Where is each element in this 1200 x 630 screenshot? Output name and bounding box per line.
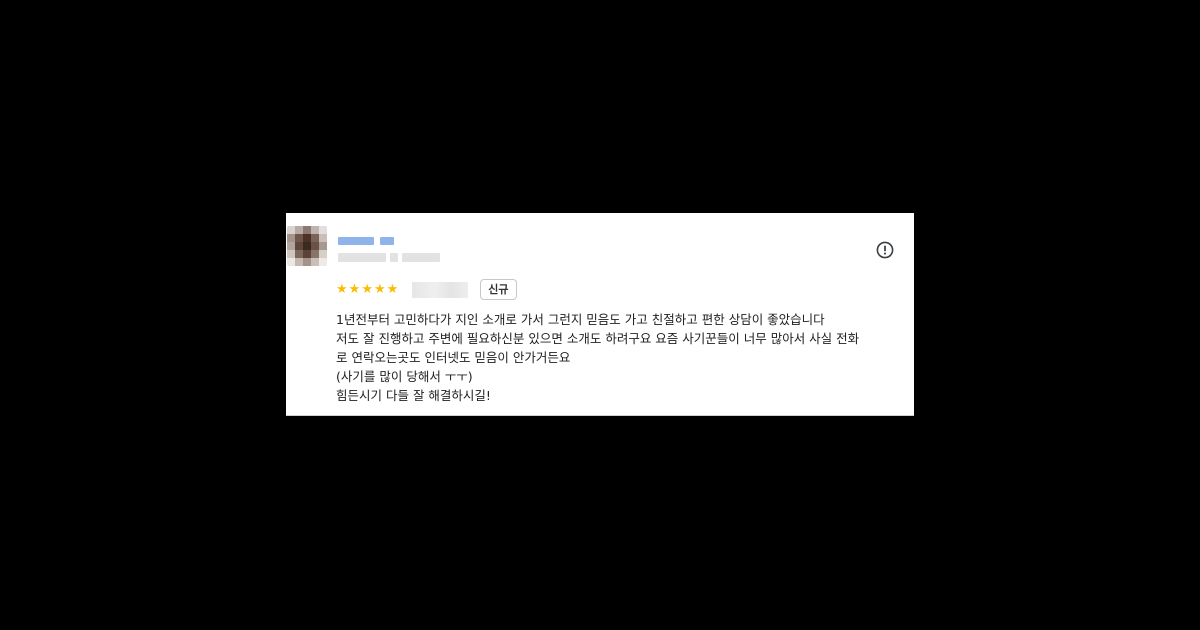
star-icon: ★ bbox=[348, 282, 361, 297]
rating-row: ★ ★ ★ ★ ★ 신규 bbox=[336, 279, 517, 300]
review-line: 로 연락오는곳도 인터넷도 믿음이 안가거든요 bbox=[336, 350, 571, 365]
reviewer-meta-redacted bbox=[338, 253, 440, 262]
new-badge: 신규 bbox=[480, 279, 517, 300]
star-rating: ★ ★ ★ ★ ★ bbox=[336, 283, 398, 296]
report-icon[interactable] bbox=[876, 241, 894, 259]
star-icon: ★ bbox=[361, 282, 373, 297]
star-icon: ★ bbox=[373, 282, 386, 297]
star-icon: ★ bbox=[386, 282, 399, 297]
review-line: 저도 잘 진행하고 주변에 필요하신분 있으면 소개도 하려구요 요즘 사기꾼들… bbox=[336, 331, 860, 346]
reviewer-name-redacted[interactable] bbox=[338, 237, 394, 245]
review-line: (사기를 많이 당해서 ㅜㅜ) bbox=[336, 369, 473, 384]
star-icon: ★ bbox=[336, 282, 348, 297]
avatar[interactable] bbox=[287, 226, 327, 266]
review-text: 1년전부터 고민하다가 지인 소개로 가서 그런지 믿음도 가고 친절하고 편한… bbox=[336, 310, 906, 405]
review-date-redacted bbox=[412, 281, 469, 298]
review-line: 힘든시기 다들 잘 해결하시길! bbox=[336, 388, 491, 403]
review-card: ★ ★ ★ ★ ★ 신규 1년전부터 고민하다가 지인 소개로 가서 그런지 믿… bbox=[286, 213, 914, 416]
review-line: 1년전부터 고민하다가 지인 소개로 가서 그런지 믿음도 가고 친절하고 편한… bbox=[336, 312, 825, 327]
